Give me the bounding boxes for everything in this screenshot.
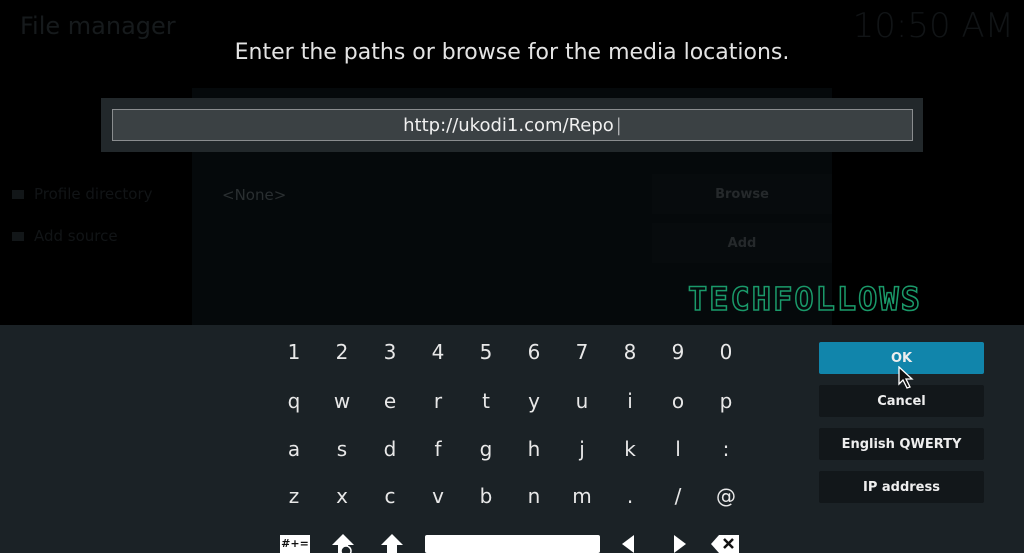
key[interactable]: a xyxy=(272,429,316,469)
key[interactable]: 4 xyxy=(416,332,460,372)
key[interactable]: y xyxy=(512,381,556,421)
key[interactable]: m xyxy=(560,476,604,516)
key[interactable]: 7 xyxy=(560,332,604,372)
mouse-pointer-icon xyxy=(898,366,914,389)
sidebar-item-label: Profile directory xyxy=(34,185,153,203)
source-path-value: <None> xyxy=(222,186,287,204)
symbols-key[interactable]: #+= xyxy=(280,535,310,553)
key[interactable]: 6 xyxy=(512,332,556,372)
sidebar-item-add-source[interactable]: Add source xyxy=(12,227,118,245)
key[interactable]: @ xyxy=(704,476,748,516)
key[interactable]: 3 xyxy=(368,332,412,372)
key[interactable]: i xyxy=(608,381,652,421)
key[interactable]: u xyxy=(560,381,604,421)
key[interactable]: g xyxy=(464,429,508,469)
arrow-left-icon[interactable] xyxy=(620,534,636,553)
key[interactable]: v xyxy=(416,476,460,516)
key[interactable]: k xyxy=(608,429,652,469)
key[interactable]: e xyxy=(368,381,412,421)
ip-address-button[interactable]: IP address xyxy=(819,471,984,503)
key[interactable]: c xyxy=(368,476,412,516)
folder-icon xyxy=(12,189,24,199)
key[interactable]: t xyxy=(464,381,508,421)
key[interactable]: l xyxy=(656,429,700,469)
add-button[interactable]: Add xyxy=(652,223,832,263)
sidebar-item-label: Add source xyxy=(34,227,118,245)
key[interactable]: 5 xyxy=(464,332,508,372)
key[interactable]: / xyxy=(656,476,700,516)
key[interactable]: d xyxy=(368,429,412,469)
key[interactable]: b xyxy=(464,476,508,516)
browse-button[interactable]: Browse xyxy=(652,174,832,214)
key[interactable]: x xyxy=(320,476,364,516)
path-input[interactable]: http://ukodi1.com/Repo | xyxy=(112,109,913,141)
key[interactable]: . xyxy=(608,476,652,516)
key[interactable]: z xyxy=(272,476,316,516)
shift-icon[interactable] xyxy=(380,533,404,553)
path-input-value: http://ukodi1.com/Repo xyxy=(403,114,614,136)
key[interactable]: s xyxy=(320,429,364,469)
key[interactable]: n xyxy=(512,476,556,516)
key[interactable]: 2 xyxy=(320,332,364,372)
backspace-icon[interactable] xyxy=(710,534,740,553)
key[interactable]: 0 xyxy=(704,332,748,372)
key[interactable]: o xyxy=(656,381,700,421)
keyboard-layout-button[interactable]: English QWERTY xyxy=(819,428,984,460)
key[interactable]: 1 xyxy=(272,332,316,372)
sidebar-item-profile-directory[interactable]: Profile directory xyxy=(12,185,153,203)
text-caret: | xyxy=(615,114,622,136)
window-title: File manager xyxy=(20,12,176,40)
key[interactable]: r xyxy=(416,381,460,421)
shift-lock-icon[interactable] xyxy=(330,533,356,553)
folder-icon xyxy=(12,231,24,241)
keyboard-heading: Enter the paths or browse for the media … xyxy=(234,40,790,65)
key[interactable]: h xyxy=(512,429,556,469)
key[interactable]: : xyxy=(704,429,748,469)
key[interactable]: q xyxy=(272,381,316,421)
watermark-logo: TECHFOLLOWS xyxy=(687,279,922,319)
key[interactable]: j xyxy=(560,429,604,469)
key[interactable]: p xyxy=(704,381,748,421)
key[interactable]: f xyxy=(416,429,460,469)
arrow-right-icon[interactable] xyxy=(672,534,688,553)
space-key[interactable] xyxy=(425,535,600,553)
key[interactable]: 9 xyxy=(656,332,700,372)
key[interactable]: w xyxy=(320,381,364,421)
key[interactable]: 8 xyxy=(608,332,652,372)
